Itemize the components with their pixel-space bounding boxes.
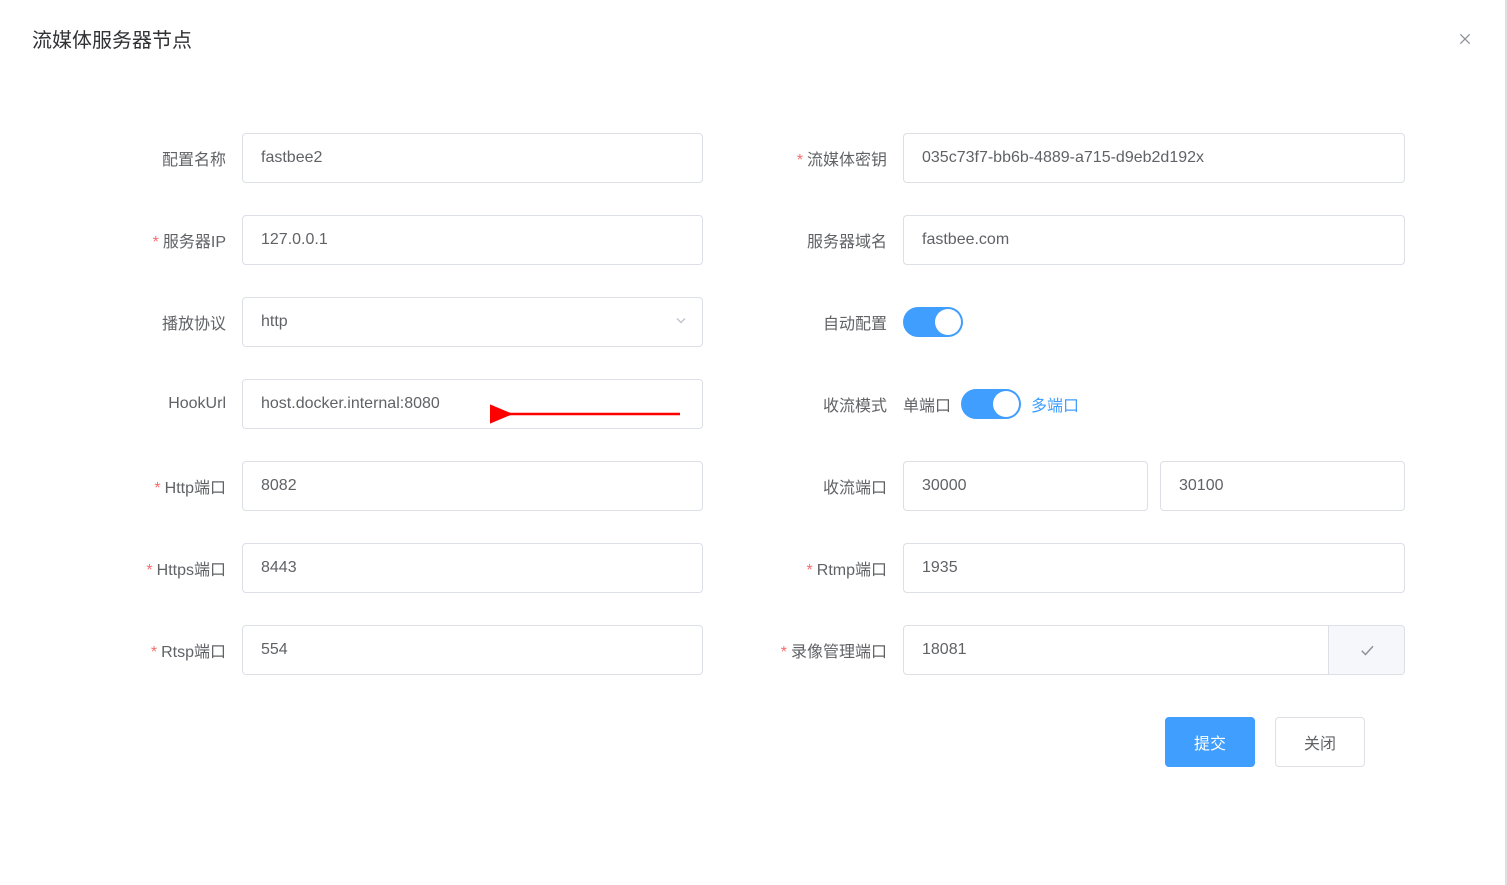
label-stream-mode: 收流模式 (763, 392, 903, 416)
check-icon-addon[interactable] (1329, 625, 1405, 675)
row-media-secret: 流媒体密钥 (763, 133, 1405, 183)
row-server-ip: 服务器IP (102, 215, 703, 265)
form-body: 配置名称 服务器IP 播放协议 (32, 133, 1475, 707)
stream-mode-right-label[interactable]: 多端口 (1031, 392, 1079, 416)
label-rtsp-port: Rtsp端口 (102, 638, 242, 662)
row-play-protocol: 播放协议 (102, 297, 703, 347)
label-server-domain: 服务器域名 (763, 228, 903, 252)
label-rtmp-port: Rtmp端口 (763, 556, 903, 580)
label-auto-config: 自动配置 (763, 310, 903, 334)
input-record-port[interactable] (903, 625, 1329, 675)
dialog-title: 流媒体服务器节点 (32, 24, 192, 53)
close-icon[interactable] (1455, 29, 1475, 49)
switch-stream-mode[interactable] (961, 389, 1021, 419)
submit-button[interactable]: 提交 (1165, 717, 1255, 767)
input-rtsp-port[interactable] (242, 625, 703, 675)
label-play-protocol: 播放协议 (102, 310, 242, 334)
dialog-header: 流媒体服务器节点 (32, 24, 1475, 53)
input-stream-port-end[interactable] (1160, 461, 1405, 511)
input-https-port[interactable] (242, 543, 703, 593)
label-http-port: Http端口 (102, 474, 242, 498)
label-hook-url: HookUrl (102, 395, 242, 413)
input-server-domain[interactable] (903, 215, 1405, 265)
select-play-protocol-value[interactable] (242, 297, 703, 347)
row-https-port: Https端口 (102, 543, 703, 593)
row-stream-port: 收流端口 (763, 461, 1405, 511)
stream-mode-left-label: 单端口 (903, 392, 951, 416)
row-rtsp-port: Rtsp端口 (102, 625, 703, 675)
dialog-container: 流媒体服务器节点 配置名称 服务器IP 播 (0, 0, 1507, 791)
label-server-ip: 服务器IP (102, 228, 242, 252)
label-https-port: Https端口 (102, 556, 242, 580)
row-auto-config: 自动配置 (763, 297, 1405, 347)
dialog-footer: 提交 关闭 (32, 717, 1475, 767)
form-col-right: 流媒体密钥 服务器域名 自动配置 收流模式 单端口 (763, 133, 1405, 707)
input-stream-port-start[interactable] (903, 461, 1148, 511)
row-rtmp-port: Rtmp端口 (763, 543, 1405, 593)
input-config-name[interactable] (242, 133, 703, 183)
label-stream-port: 收流端口 (763, 474, 903, 498)
row-config-name: 配置名称 (102, 133, 703, 183)
row-stream-mode: 收流模式 单端口 多端口 (763, 379, 1405, 429)
switch-auto-config[interactable] (903, 307, 963, 337)
label-record-port: 录像管理端口 (763, 638, 903, 662)
select-play-protocol[interactable] (242, 297, 703, 347)
form-col-left: 配置名称 服务器IP 播放协议 (102, 133, 703, 707)
input-server-ip[interactable] (242, 215, 703, 265)
label-config-name: 配置名称 (102, 146, 242, 170)
row-server-domain: 服务器域名 (763, 215, 1405, 265)
input-hook-url[interactable] (242, 379, 703, 429)
input-http-port[interactable] (242, 461, 703, 511)
label-media-secret: 流媒体密钥 (763, 146, 903, 170)
close-button[interactable]: 关闭 (1275, 717, 1365, 767)
row-hook-url: HookUrl (102, 379, 703, 429)
row-record-port: 录像管理端口 (763, 625, 1405, 675)
input-media-secret[interactable] (903, 133, 1405, 183)
input-rtmp-port[interactable] (903, 543, 1405, 593)
row-http-port: Http端口 (102, 461, 703, 511)
